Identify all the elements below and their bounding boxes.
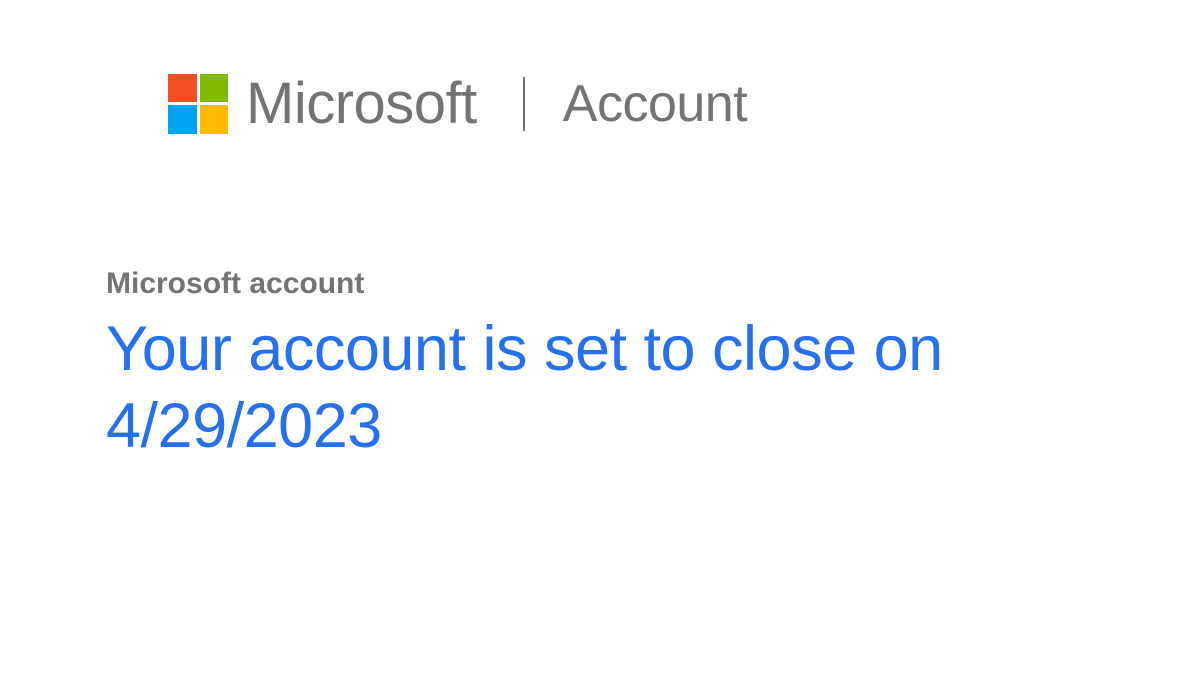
microsoft-logo-icon bbox=[168, 74, 228, 134]
subheading: Microsoft account bbox=[106, 267, 1200, 301]
logo-square-red bbox=[168, 74, 197, 103]
body-section: Microsoft account Your account is set to… bbox=[106, 267, 1200, 465]
brand-name: Microsoft bbox=[246, 70, 477, 137]
section-label: Account bbox=[563, 74, 747, 134]
header: Microsoft Account bbox=[168, 70, 1200, 137]
email-content: Microsoft Account Microsoft account Your… bbox=[0, 0, 1200, 465]
logo-square-blue bbox=[168, 105, 197, 134]
logo-square-green bbox=[200, 74, 229, 103]
header-divider bbox=[523, 77, 525, 131]
headline: Your account is set to close on 4/29/202… bbox=[106, 311, 1156, 465]
logo-square-yellow bbox=[200, 105, 229, 134]
